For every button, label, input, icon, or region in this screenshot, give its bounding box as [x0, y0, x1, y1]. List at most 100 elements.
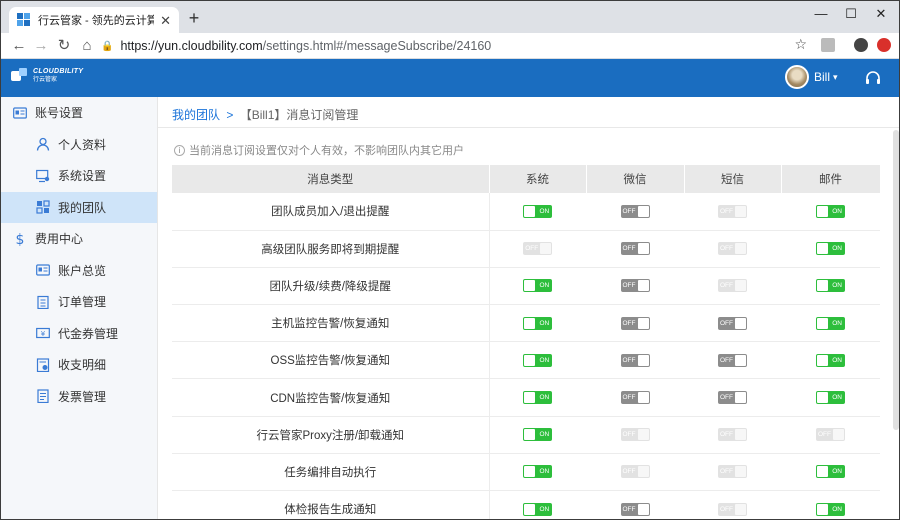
toggle-label: OFF [622, 431, 636, 439]
user-menu[interactable]: Bill ▾ [785, 65, 838, 89]
email-toggle[interactable]: ON [816, 353, 845, 367]
forward-icon[interactable]: → [31, 36, 51, 56]
system-toggle[interactable]: ON [523, 428, 553, 442]
home-icon[interactable]: ⌂ [77, 36, 97, 56]
reload-icon[interactable]: ↻ [54, 36, 74, 56]
url-host: https://yun.cloudbility.com [120, 39, 263, 53]
sidebar-item-3[interactable]: 我的团队 [1, 191, 157, 223]
system-toggle[interactable]: ON [523, 391, 553, 405]
sms-toggle[interactable]: OFF [718, 391, 747, 405]
logo-text: CLOUDBILITY [33, 68, 84, 75]
voucher-icon: ¥ [36, 326, 50, 340]
sidebar-item-9[interactable]: 发票管理 [1, 381, 157, 413]
back-icon[interactable]: ← [9, 36, 29, 56]
toggle-knob [817, 243, 828, 255]
message-type-cell: 任务编排自动执行 [172, 453, 490, 492]
table-row: CDN监控告警/恢复通知 ON OFF OFF ON [172, 378, 880, 417]
extension-icon[interactable] [821, 38, 835, 52]
toggle-label: OFF [622, 207, 636, 215]
toggle-label: OFF [720, 394, 733, 402]
email-toggle[interactable]: ON [816, 242, 845, 256]
browser-tab[interactable]: 行云管家 - 领先的云计算管理平台 ✕ [9, 7, 179, 33]
sidebar-item-8[interactable]: 收支明细 [1, 349, 157, 381]
chevron-down-icon: ▾ [833, 71, 838, 82]
toggle-cell: OFF [684, 267, 781, 306]
email-toggle[interactable]: ON [816, 279, 845, 293]
message-type-cell: 体检报告生成通知 [172, 490, 490, 519]
wechat-toggle[interactable]: OFF [620, 391, 650, 405]
sidebar-item-label: 系统设置 [58, 169, 107, 184]
sms-toggle: OFF [718, 279, 747, 293]
system-toggle[interactable]: ON [523, 353, 553, 367]
toggle-knob [817, 466, 828, 478]
toggle-cell: OFF [489, 230, 586, 268]
wechat-toggle[interactable]: OFF [620, 204, 650, 218]
profile-icon[interactable] [854, 38, 868, 52]
toggle-knob [540, 243, 552, 255]
toggle-cell: ON [781, 193, 880, 231]
breadcrumb-team-link[interactable]: 我的团队 [172, 108, 220, 122]
new-tab-icon[interactable]: + [185, 9, 203, 27]
toggle-knob [637, 503, 649, 515]
system-toggle[interactable]: ON [523, 465, 553, 479]
toggle-cell: OFF [781, 416, 880, 454]
email-toggle[interactable]: ON [816, 502, 845, 516]
toggle-label: OFF [720, 505, 733, 513]
toggle-knob [735, 205, 746, 217]
toggle-cell: OFF [586, 267, 684, 306]
toggle-knob [524, 280, 536, 292]
toggle-label: OFF [622, 282, 636, 290]
system-toggle[interactable]: ON [523, 279, 553, 293]
wechat-toggle[interactable]: OFF [620, 242, 650, 256]
update-icon[interactable] [877, 38, 891, 52]
subscription-table: 消息类型 系统 微信 短信 邮件 团队成员加入/退出提醒 ON OFF OFF ON 高级… [172, 165, 881, 519]
wechat-toggle[interactable]: OFF [620, 353, 650, 367]
browser-toolbar: ← → ↻ ⌂ 🔒 https://yun.cloudbility.com/se… [1, 33, 899, 59]
close-window-icon[interactable]: ✕ [861, 3, 899, 25]
sidebar-item-7[interactable]: ¥ 代金券管理 [1, 318, 157, 350]
toggle-cell: ON [489, 193, 586, 231]
system-toggle[interactable]: ON [523, 204, 553, 218]
toggle-label: OFF [525, 245, 539, 253]
toggle-label: ON [539, 394, 550, 402]
sidebar-item-0[interactable]: 账号设置 [1, 97, 157, 129]
wechat-toggle[interactable]: OFF [620, 502, 650, 516]
toggle-cell: OFF [684, 378, 781, 417]
toggle-label: OFF [720, 431, 733, 439]
address-bar[interactable]: 🔒 https://yun.cloudbility.com/settings.h… [101, 35, 811, 57]
toggle-knob [637, 466, 649, 478]
email-toggle[interactable]: ON [816, 204, 845, 218]
wechat-toggle[interactable]: OFF [620, 279, 650, 293]
cloudbility-logo[interactable]: CLOUDBILITY 行云管家 [11, 67, 83, 85]
sms-toggle[interactable]: OFF [718, 316, 747, 330]
message-type-cell: 行云管家Proxy注册/卸载通知 [172, 416, 490, 454]
headset-support-icon[interactable] [864, 70, 882, 86]
toggle-label: ON [539, 356, 550, 364]
toggle-cell: ON [781, 453, 880, 492]
email-toggle[interactable]: ON [816, 465, 845, 479]
system-toggle[interactable]: ON [523, 316, 553, 330]
sidebar-item-6[interactable]: 订单管理 [1, 286, 157, 318]
toggle-cell: OFF [684, 341, 781, 380]
dollar-icon: $ [13, 232, 27, 246]
sms-toggle[interactable]: OFF [718, 353, 747, 367]
email-toggle[interactable]: ON [816, 316, 845, 330]
sidebar-item-1[interactable]: 个人资料 [1, 129, 157, 161]
toggle-cell: OFF [586, 304, 684, 343]
system-toggle[interactable]: ON [523, 502, 553, 516]
toggle-label: OFF [720, 356, 733, 364]
scrollbar[interactable] [893, 130, 899, 430]
sidebar-item-5[interactable]: 账户总览 [1, 255, 157, 287]
email-toggle[interactable]: ON [816, 391, 845, 405]
tab-close-icon[interactable]: ✕ [160, 14, 171, 27]
toggle-cell: ON [489, 416, 586, 454]
toggle-label: OFF [622, 245, 636, 253]
bookmark-star-icon[interactable]: ☆ [794, 36, 807, 53]
header-divider [158, 127, 899, 128]
toggle-knob [637, 429, 649, 441]
sidebar-item-4[interactable]: $ 费用中心 [1, 223, 157, 255]
toggle-knob [817, 205, 828, 217]
sidebar-item-label: 费用中心 [35, 232, 84, 247]
wechat-toggle[interactable]: OFF [620, 316, 650, 330]
sidebar-item-2[interactable]: 系统设置 [1, 160, 157, 192]
